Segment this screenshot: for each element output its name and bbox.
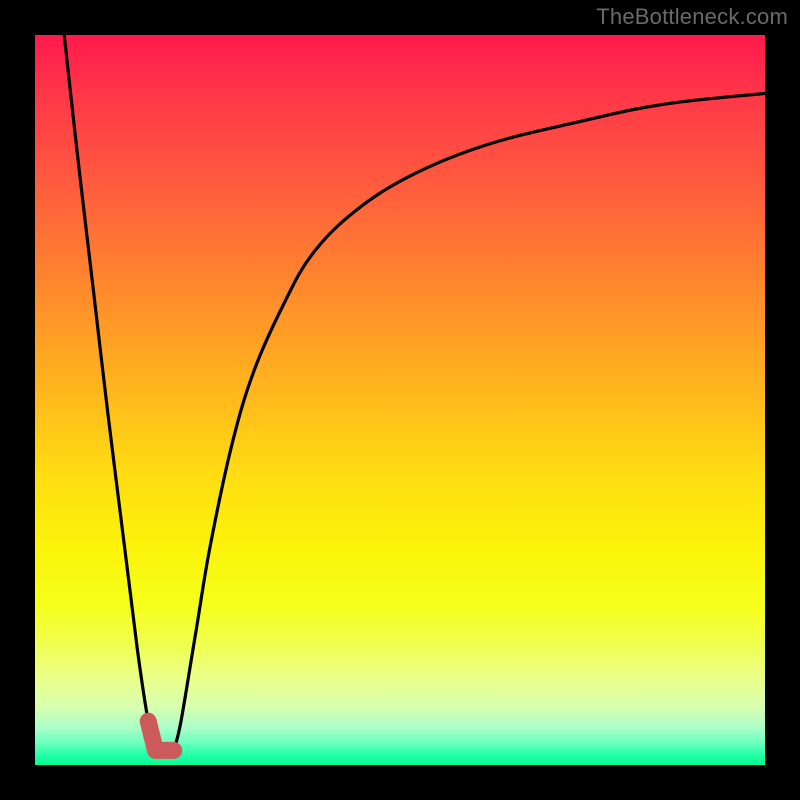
left-branch-curve — [64, 35, 155, 750]
plot-area — [35, 35, 765, 765]
right-branch-curve — [174, 93, 765, 750]
watermark-text: TheBottleneck.com — [596, 4, 788, 30]
optimal-marker — [148, 721, 174, 750]
curves-svg — [35, 35, 765, 765]
chart-frame: TheBottleneck.com — [0, 0, 800, 800]
